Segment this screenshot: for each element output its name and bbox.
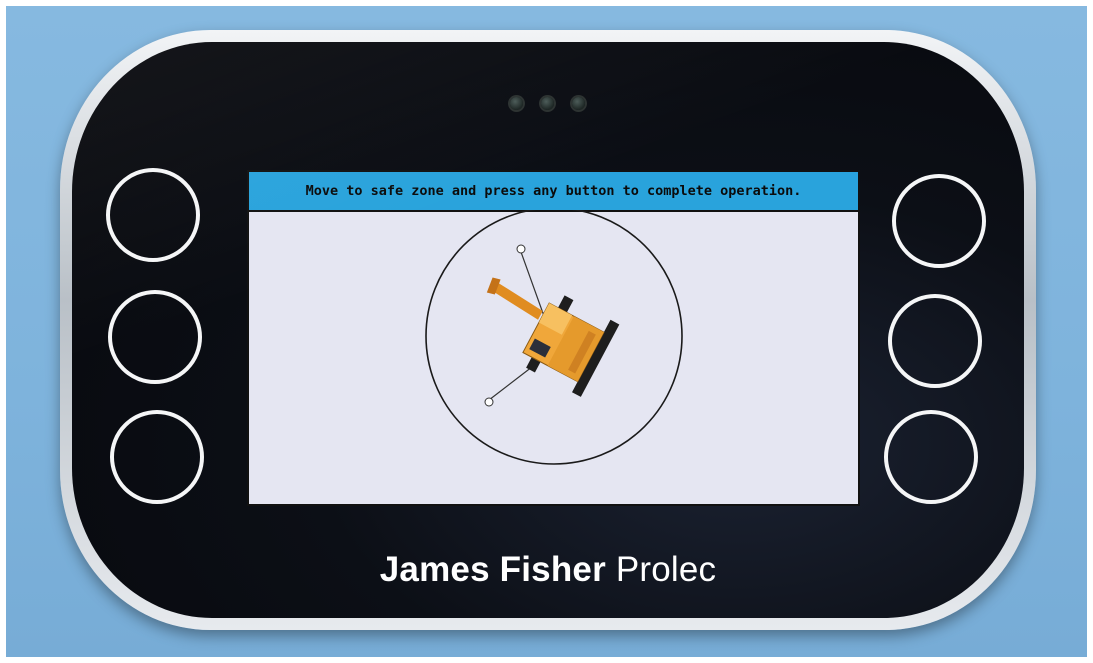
brand-name-light: Prolec bbox=[615, 550, 717, 589]
soft-button-right-middle[interactable] bbox=[888, 294, 982, 388]
display-device: Move to safe zone and press any button t… bbox=[72, 42, 1024, 618]
instruction-text: Move to safe zone and press any button t… bbox=[305, 183, 802, 199]
soft-button-left-bottom[interactable] bbox=[110, 410, 204, 504]
lcd-screen: Move to safe zone and press any button t… bbox=[247, 170, 860, 506]
status-led bbox=[541, 97, 554, 110]
outrigger-pad bbox=[516, 244, 526, 254]
brand-logo: James Fisher Prolec bbox=[72, 550, 1024, 590]
brand-name-bold: James Fisher bbox=[379, 550, 606, 589]
machine-view bbox=[425, 210, 683, 465]
soft-button-left-middle[interactable] bbox=[108, 290, 202, 384]
status-leds bbox=[510, 97, 585, 110]
excavator-icon bbox=[486, 277, 620, 397]
soft-button-left-top[interactable] bbox=[106, 168, 200, 262]
soft-button-right-top[interactable] bbox=[892, 174, 986, 268]
outrigger-pad bbox=[484, 397, 494, 407]
status-led bbox=[572, 97, 585, 110]
soft-button-right-bottom[interactable] bbox=[884, 410, 978, 504]
instruction-banner: Move to safe zone and press any button t… bbox=[249, 172, 858, 212]
status-led bbox=[510, 97, 523, 110]
